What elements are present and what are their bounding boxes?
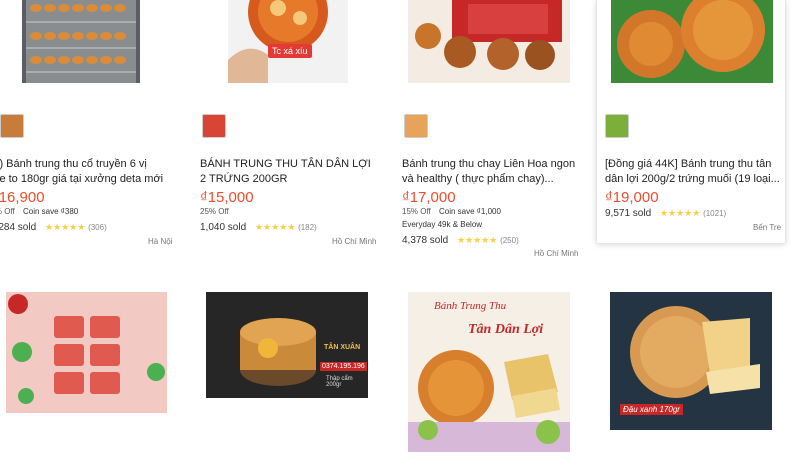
shop-location: Hồ Chí Minh <box>534 249 579 258</box>
product-card-1[interactable]: (Sỉ) Bánh trung thu cổ truyền 6 vị size … <box>0 0 180 250</box>
product-image-8[interactable]: Đậu xanh 170gr <box>610 292 772 430</box>
rating-count: (306) <box>88 223 107 232</box>
product-title[interactable]: [Đồng giá 44K] Bánh trung thu tân dân lợ… <box>605 157 783 187</box>
rating-stars-icon: ★★★★★ <box>254 222 296 232</box>
discount-badge: 15% Off <box>402 207 431 216</box>
coin-save: Coin save ₫380 <box>23 207 79 216</box>
sold-row: 2,284 sold ★★★★★ (306) <box>0 222 107 233</box>
sold-row: 9,571 sold ★★★★★ (1021) <box>605 208 726 219</box>
discount-row: 25% Off <box>200 207 229 216</box>
rating-stars-icon: ★★★★★ <box>659 208 701 218</box>
product-card-4[interactable]: [Đồng giá 44K] Bánh trung thu tân dân lợ… <box>596 0 786 244</box>
phone-text: 0374.195.196 <box>320 362 367 371</box>
product-price: ₫19,000 <box>605 189 659 206</box>
flavor-note: Thập cẩm 200gr <box>326 376 353 388</box>
shop-location: Hà Nội <box>148 237 173 246</box>
product-image-1[interactable] <box>22 0 140 83</box>
product-title[interactable]: Bánh trung thu chay Liên Hoa ngon và hea… <box>402 157 580 187</box>
sold-count: 4,378 sold <box>402 235 449 246</box>
product-card-3[interactable]: Bánh trung thu chay Liên Hoa ngon và hea… <box>398 0 586 258</box>
image-label-text: Tc xá xíu <box>272 46 308 56</box>
brand-text: Tân Dân Lợi <box>468 322 544 337</box>
variant-thumbnail-4[interactable] <box>605 114 629 138</box>
promo-tag: Everyday 49k & Below <box>402 220 483 229</box>
product-price: ₫16,900 <box>0 189 45 206</box>
sold-row: 4,378 sold ★★★★★ (250) <box>402 235 519 246</box>
variant-thumbnail-2[interactable] <box>202 114 226 138</box>
brand-text: TÂN XUÂN <box>324 344 361 351</box>
rating-count: (250) <box>500 236 519 245</box>
product-image-3[interactable] <box>408 0 570 83</box>
shop-location: Hồ Chí Minh <box>332 237 377 246</box>
sold-count: 2,284 sold <box>0 222 37 233</box>
rating-count: (1021) <box>703 209 727 218</box>
product-title[interactable]: (Sỉ) Bánh trung thu cổ truyền 6 vị size … <box>0 157 164 187</box>
sold-count: 1,040 sold <box>200 222 247 233</box>
sold-count: 9,571 sold <box>605 208 652 219</box>
flavor-label: Đậu xanh 170gr <box>620 404 683 415</box>
shop-location: Bến Tre <box>753 223 782 232</box>
rating-stars-icon: ★★★★★ <box>456 235 498 245</box>
rating-count: (182) <box>298 223 317 232</box>
product-image-7[interactable]: Bánh Trung Thu Tân Dân Lợi <box>408 292 570 452</box>
discount-badge: 25% Off <box>200 207 229 216</box>
heading-text: Bánh Trung Thu <box>434 300 507 312</box>
product-price: ₫17,000 <box>402 189 456 206</box>
coin-save: Coin save ₫1,000 <box>439 207 501 216</box>
product-title[interactable]: BÁNH TRUNG THU TÂN DÂN LỢI 2 TRỨNG 200GR <box>200 157 378 187</box>
discount-row: 15% Off Coin save ₫1,000 <box>402 207 501 216</box>
rating-stars-icon: ★★★★★ <box>44 222 86 232</box>
product-image-4[interactable] <box>611 0 773 83</box>
discount-row: 44% Off Coin save ₫380 <box>0 207 78 216</box>
product-image-6[interactable]: TÂN XUÂN 0374.195.196 Thập cẩm 200gr <box>206 292 368 398</box>
sold-row: 1,040 sold ★★★★★ (182) <box>200 222 317 233</box>
variant-thumbnail-3[interactable] <box>404 114 428 138</box>
variant-thumbnail-1[interactable] <box>0 114 24 138</box>
product-price: ₫15,000 <box>200 189 254 206</box>
product-card-2[interactable]: Tc xá xíu BÁNH TRUNG THU TÂN DÂN LỢI 2 T… <box>196 0 384 250</box>
discount-badge: 44% Off <box>0 207 15 216</box>
image-label: Tc xá xíu <box>268 44 312 58</box>
product-image-5[interactable] <box>6 292 167 413</box>
product-image-2[interactable]: Tc xá xíu <box>228 0 348 83</box>
